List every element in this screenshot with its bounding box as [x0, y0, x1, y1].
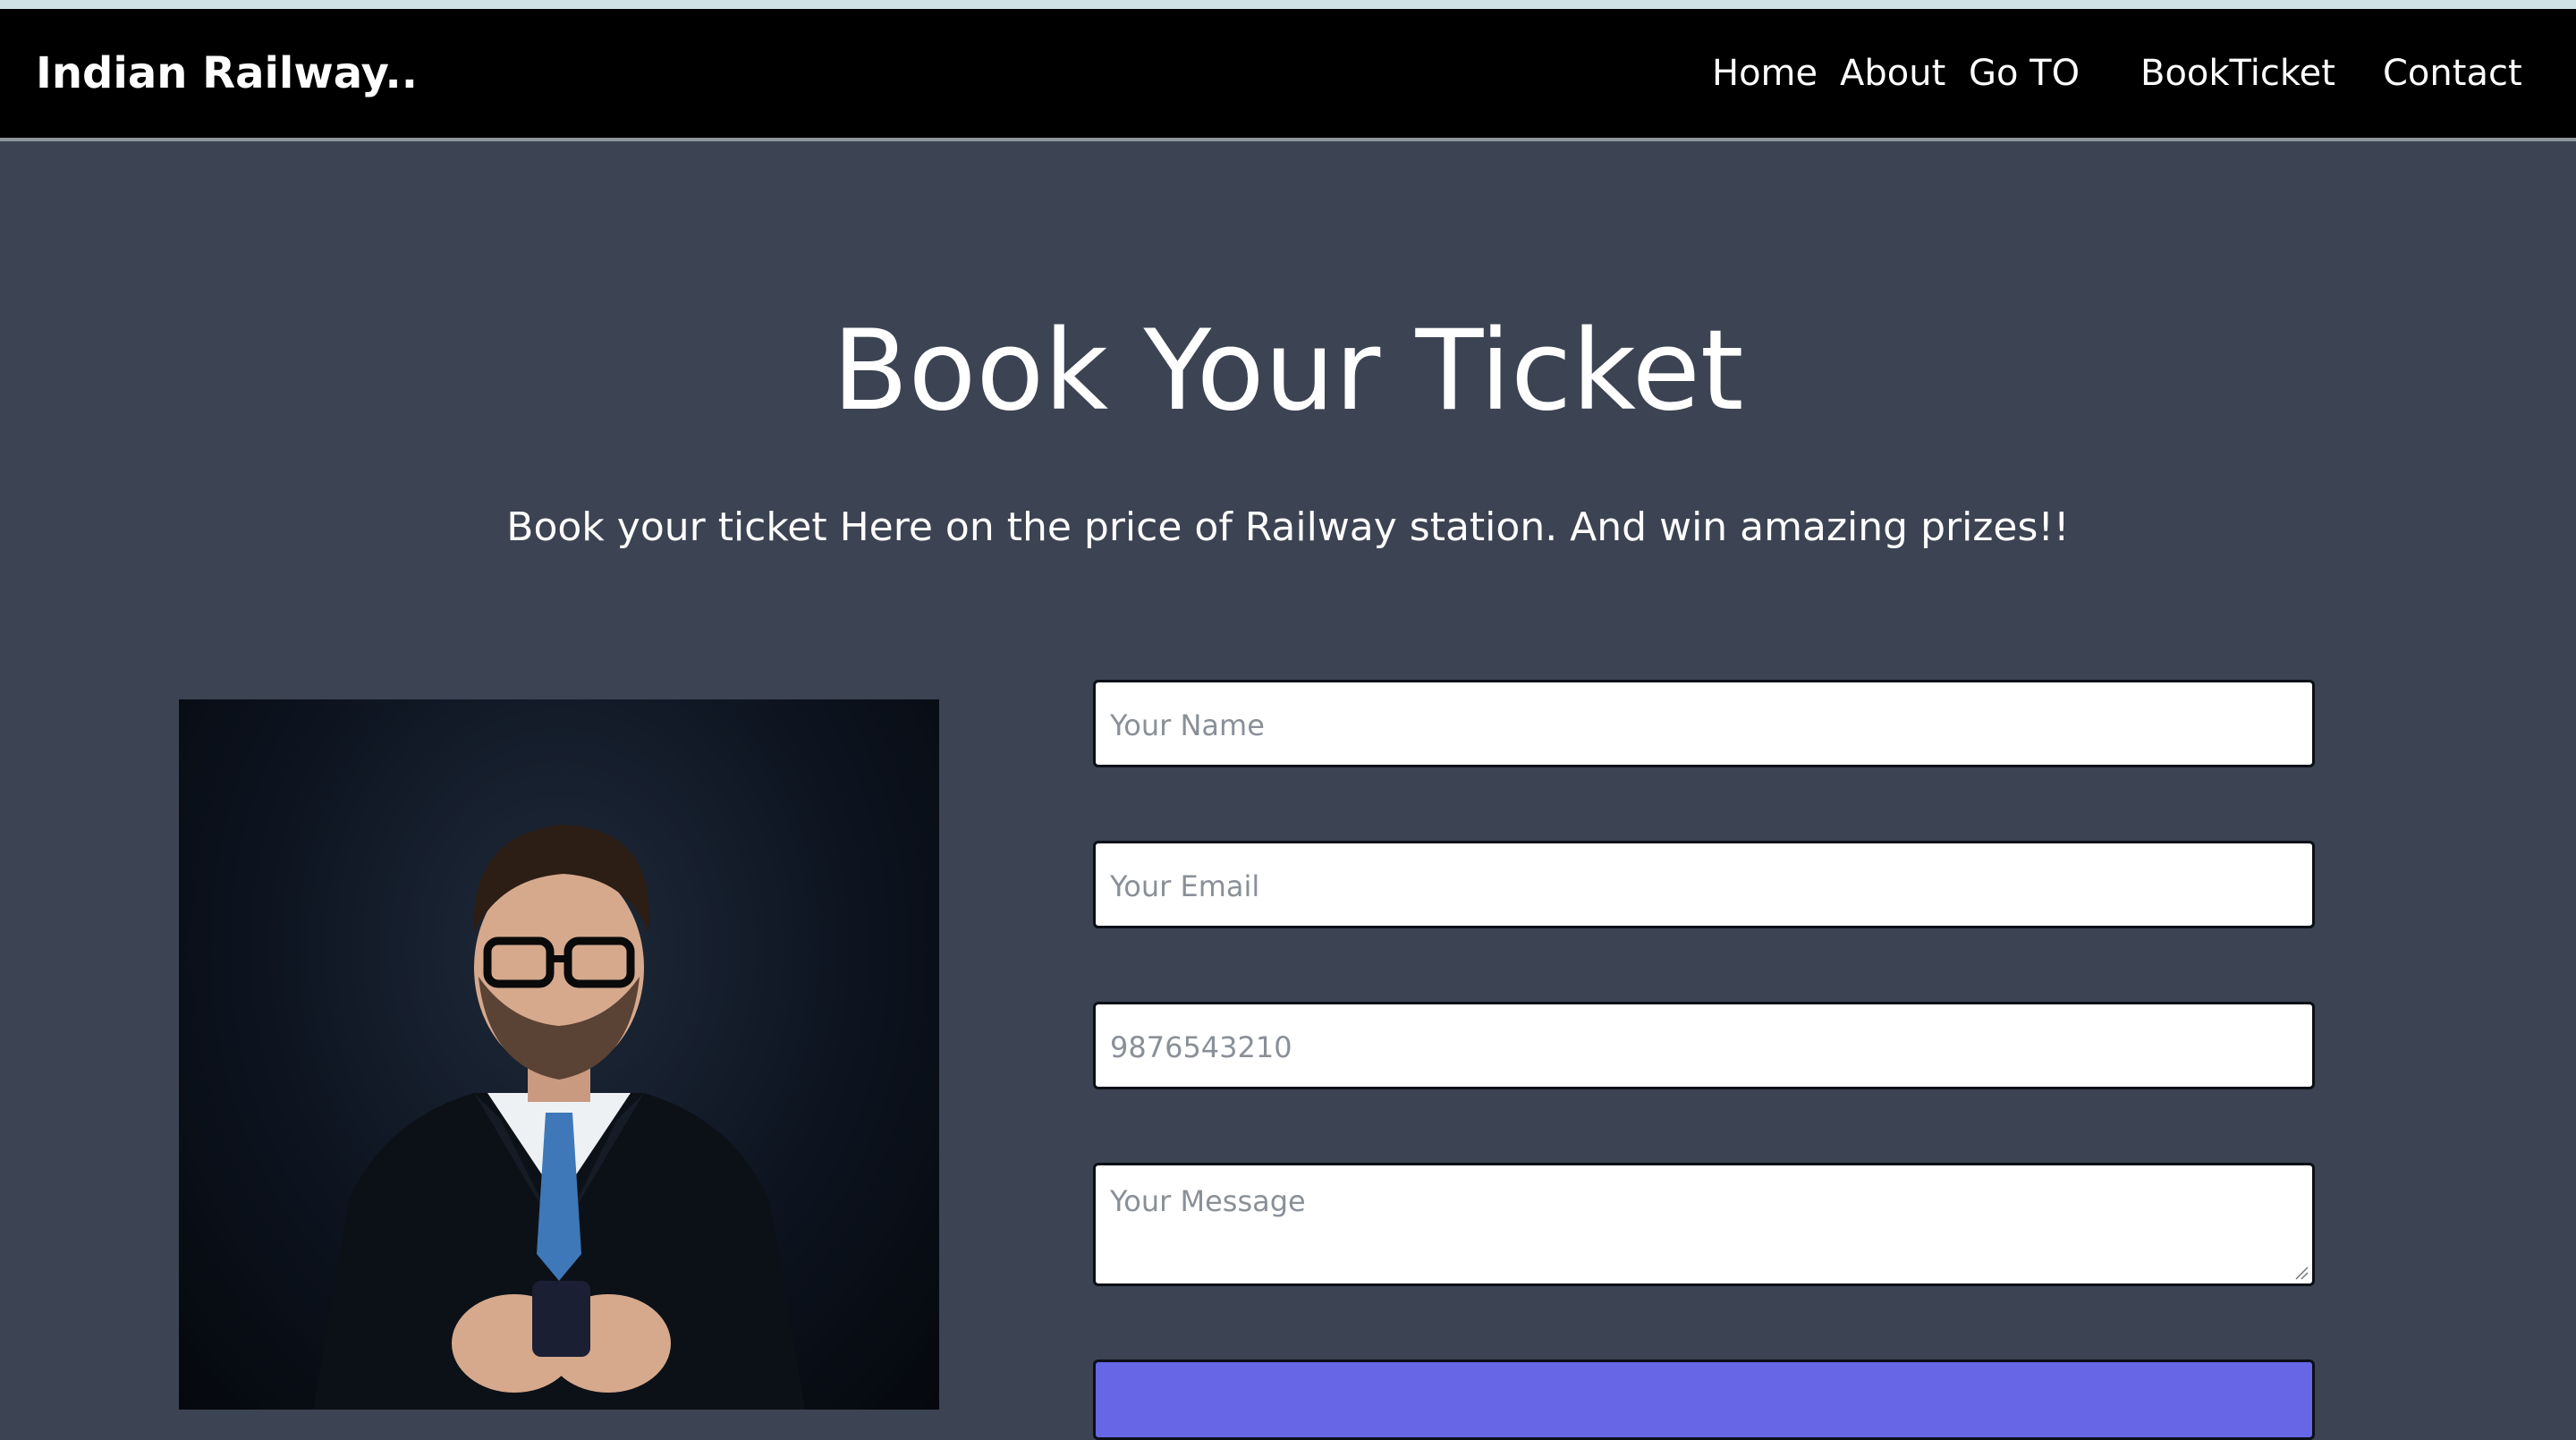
- nav-about[interactable]: About: [1840, 48, 1945, 98]
- businessman-illustration: [313, 825, 805, 1410]
- email-placeholder: Your Email: [1110, 869, 1260, 903]
- submit-button[interactable]: [1093, 1360, 2315, 1440]
- businessman-photo: [179, 699, 939, 1410]
- navbar: Indian Railway.. Home About Go TO BookTi…: [0, 9, 2576, 141]
- email-input[interactable]: Your Email: [1093, 841, 2315, 928]
- name-placeholder: Your Name: [1110, 708, 1265, 742]
- nav-book-ticket[interactable]: BookTicket: [2140, 48, 2335, 98]
- brand-logo[interactable]: Indian Railway..: [36, 47, 418, 100]
- page-subtitle: Book your ticket Here on the price of Ra…: [506, 504, 2070, 550]
- message-textarea[interactable]: Your Message: [1093, 1163, 2315, 1286]
- phone-input[interactable]: 9876543210: [1093, 1002, 2315, 1089]
- nav-home[interactable]: Home: [1712, 48, 1818, 98]
- resize-handle-icon[interactable]: [2294, 1266, 2309, 1280]
- nav-go-to[interactable]: Go TO: [1969, 48, 2080, 98]
- top-strip: [0, 0, 2576, 9]
- page-title: Book Your Ticket: [832, 307, 1744, 436]
- message-placeholder: Your Message: [1110, 1184, 1306, 1218]
- name-input[interactable]: Your Name: [1093, 680, 2315, 767]
- nav-contact[interactable]: Contact: [2383, 48, 2522, 98]
- phone-placeholder: 9876543210: [1110, 1030, 1292, 1064]
